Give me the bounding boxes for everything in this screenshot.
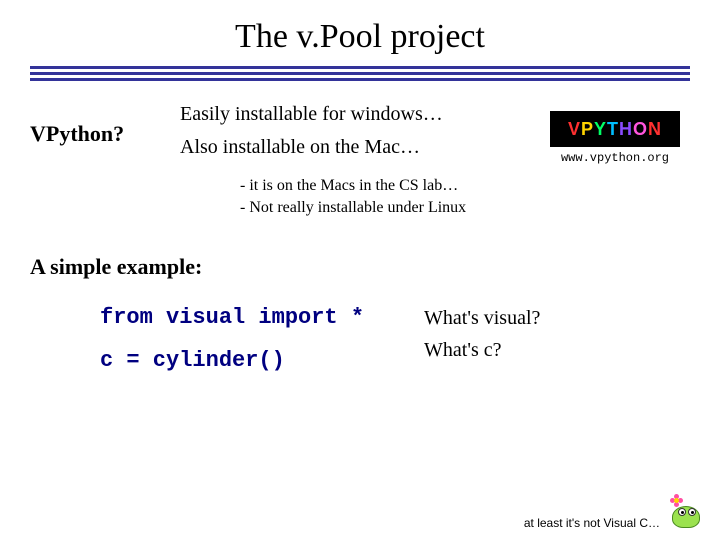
question-1: What's visual? bbox=[424, 302, 540, 334]
code-line-2: c = cylinder() bbox=[100, 343, 364, 378]
footer-text: at least it's not Visual C… bbox=[524, 516, 660, 530]
note-line-2: - Not really installable under Linux bbox=[240, 197, 720, 219]
title-underline bbox=[30, 66, 690, 81]
example-heading: A simple example: bbox=[30, 254, 720, 280]
left-heading: VPython? bbox=[30, 103, 180, 147]
code-block: from visual import * c = cylinder() bbox=[100, 300, 364, 378]
vpython-logo: VPYTHON bbox=[550, 111, 680, 147]
install-line-2: Also installable on the Mac… bbox=[180, 136, 540, 159]
questions-block: What's visual? What's c? bbox=[424, 300, 540, 366]
vpython-url: www.vpython.org bbox=[540, 151, 690, 165]
mascot-icon bbox=[668, 494, 704, 530]
install-text: Easily installable for windows… Also ins… bbox=[180, 103, 540, 169]
logo-block: VPYTHON www.vpython.org bbox=[540, 103, 690, 165]
install-notes: - it is on the Macs in the CS lab… - Not… bbox=[0, 175, 720, 218]
code-line-1: from visual import * bbox=[100, 300, 364, 335]
install-line-1: Easily installable for windows… bbox=[180, 103, 540, 126]
question-2: What's c? bbox=[424, 334, 540, 366]
slide-title: The v.Pool project bbox=[0, 0, 720, 66]
note-line-1: - it is on the Macs in the CS lab… bbox=[240, 175, 720, 197]
